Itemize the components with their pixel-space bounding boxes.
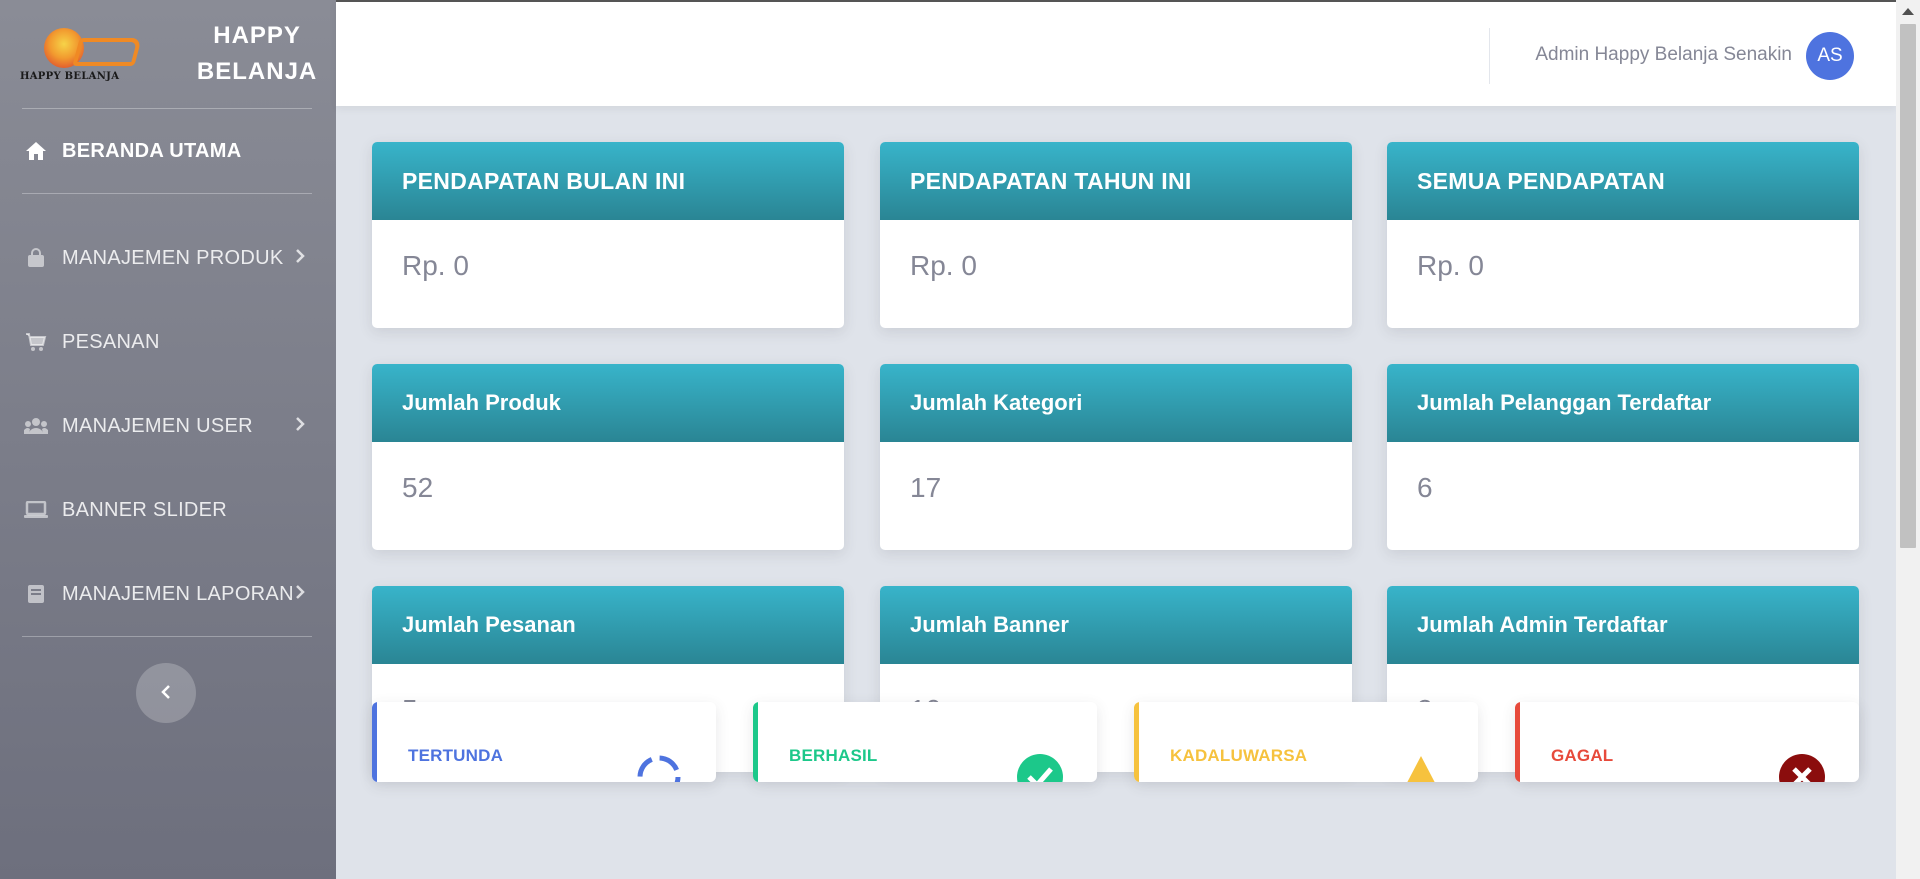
sidebar-item-label: MANAJEMEN LAPORAN [62,582,294,605]
card-value: 6 [1417,472,1433,503]
status-card-berhasil[interactable]: BERHASIL [753,702,1097,782]
check-circle-icon [1017,754,1063,782]
card-value: Rp. 0 [402,250,469,281]
sidebar-item-manajemen-laporan[interactable]: MANAJEMEN LAPORAN [0,552,336,636]
status-label: KADALUWARSA [1170,746,1308,765]
status-label: TERTUNDA [408,746,504,765]
sidebar-item-pesanan[interactable]: PESANAN [0,300,336,384]
card-value: 17 [910,472,942,503]
status-accent-bar [1134,702,1139,782]
sidebar-toggle-wrap [0,663,336,723]
scroll-up-arrow-icon[interactable] [1902,8,1914,15]
count-card-kategori: Jumlah Kategori 17 [880,364,1352,550]
status-accent-bar [372,702,377,782]
chevron-right-icon [294,415,306,438]
status-card-tertunda[interactable]: TERTUNDA [372,702,716,782]
sidebar-divider [22,636,312,637]
sidebar-divider [22,193,312,194]
user-name[interactable]: Admin Happy Belanja Senakin [1535,44,1792,66]
x-circle-icon [1779,754,1825,782]
users-icon [24,415,48,437]
scrollbar-thumb[interactable] [1900,24,1916,548]
brand[interactable]: HAPPY BELANJA HAPPY BELANJA [0,0,336,108]
card-title: Jumlah Produk [372,364,844,442]
status-card-gagal[interactable]: GAGAL [1515,702,1859,782]
card-title: Jumlah Pelanggan Terdaftar [1387,364,1859,442]
card-title: PENDAPATAN TAHUN INI [880,142,1352,220]
card-title: SEMUA PENDAPATAN [1387,142,1859,220]
status-label: BERHASIL [789,746,878,765]
logo-text: HAPPY BELANJA [20,71,120,82]
chevron-left-icon [160,681,172,706]
status-card-kadaluwarsa[interactable]: KADALUWARSA [1134,702,1478,782]
sidebar-item-label: MANAJEMEN USER [62,414,253,437]
status-label: GAGAL [1551,746,1614,765]
sidebar-item-label: PESANAN [62,330,160,353]
chevron-right-icon [294,247,306,270]
topbar: Admin Happy Belanja Senakin AS [336,0,1896,106]
laptop-icon [24,499,48,521]
card-title: PENDAPATAN BULAN INI [372,142,844,220]
sidebar-item-manajemen-user[interactable]: MANAJEMEN USER [0,384,336,468]
card-value: 52 [402,472,434,503]
sidebar-item-banner-slider[interactable]: BANNER SLIDER [0,468,336,552]
logo-cart-graphic [72,38,142,66]
brand-name: HAPPY BELANJA [178,18,336,90]
cart-icon [24,331,48,353]
card-title: Jumlah Banner [880,586,1352,664]
revenue-card-year: PENDAPATAN TAHUN INI Rp. 0 [880,142,1352,328]
sidebar-item-label: BANNER SLIDER [62,498,228,521]
warning-icon [1407,756,1435,782]
card-value: Rp. 0 [910,250,977,281]
revenue-card-all: SEMUA PENDAPATAN Rp. 0 [1387,142,1859,328]
sidebar-item-beranda-utama[interactable]: BERANDA UTAMA [0,109,336,193]
topbar-divider [1489,28,1490,84]
card-title: Jumlah Admin Terdaftar [1387,586,1859,664]
page-scrollbar[interactable] [1896,0,1920,879]
brand-name-line1: HAPPY [213,22,301,49]
brand-name-line2: BELANJA [196,58,318,85]
card-title: Jumlah Kategori [880,364,1352,442]
sidebar-item-manajemen-produk[interactable]: MANAJEMEN PRODUK [0,216,336,300]
status-accent-bar [1515,702,1520,782]
avatar[interactable]: AS [1806,32,1854,80]
sidebar-toggle-button[interactable] [136,663,196,723]
revenue-card-month: PENDAPATAN BULAN INI Rp. 0 [372,142,844,328]
count-card-produk: Jumlah Produk 52 [372,364,844,550]
home-icon [24,140,48,162]
chevron-right-icon [294,583,306,606]
book-icon [24,583,48,605]
sidebar-item-label: MANAJEMEN PRODUK [62,246,284,269]
bag-icon [24,247,48,269]
card-title: Jumlah Pesanan [372,586,844,664]
brand-logo: HAPPY BELANJA [20,24,148,84]
count-card-pelanggan: Jumlah Pelanggan Terdaftar 6 [1387,364,1859,550]
card-value: Rp. 0 [1417,250,1484,281]
status-accent-bar [753,702,758,782]
spinner-icon [637,755,681,782]
sidebar-item-label: BERANDA UTAMA [62,139,242,162]
sidebar: HAPPY BELANJA HAPPY BELANJA BERANDA UTAM… [0,0,336,879]
